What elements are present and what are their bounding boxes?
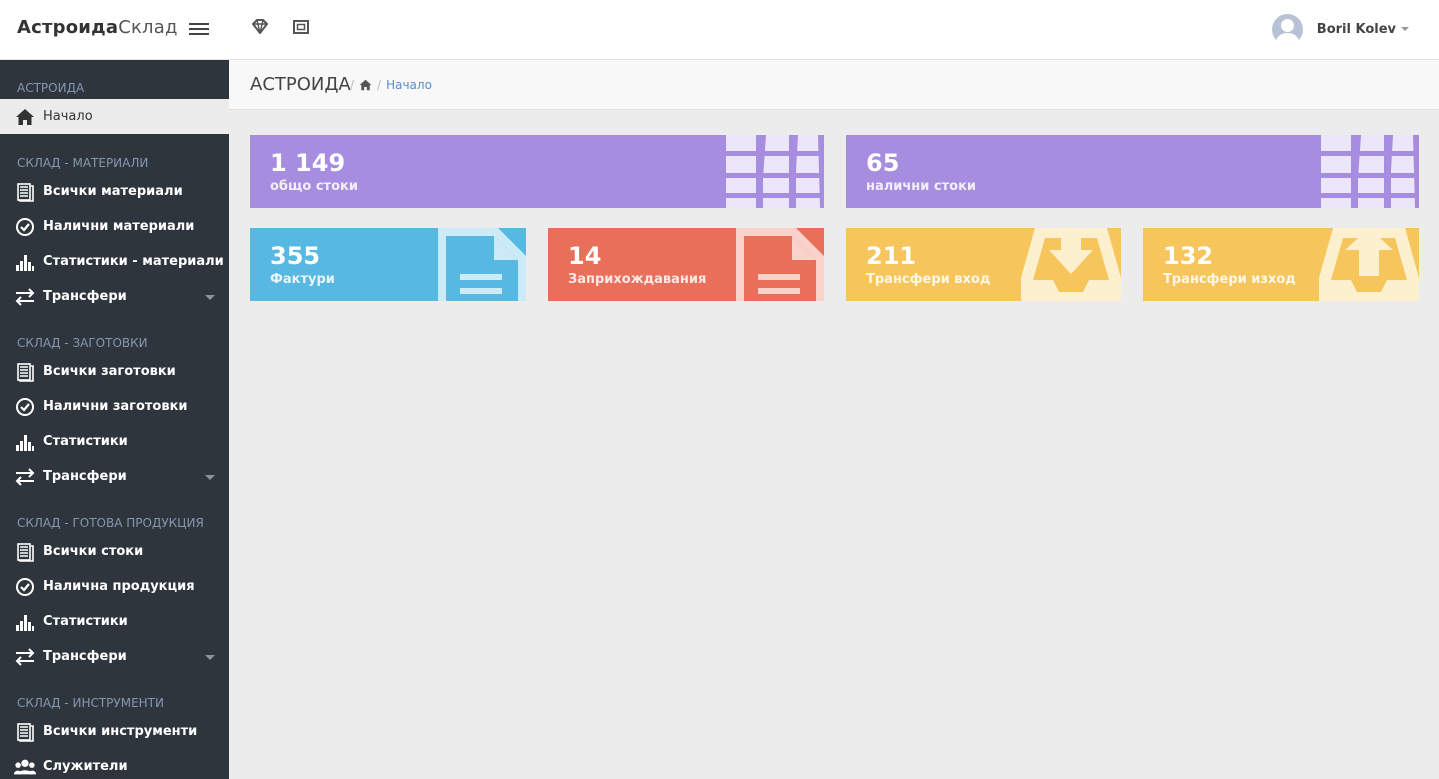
sidebar-item-all-blanks[interactable]: Всички заготовки: [0, 354, 229, 389]
sidebar-item-blanks-transfers[interactable]: Трансфери: [0, 459, 229, 494]
sidebar-item-available-materials[interactable]: Налични материали: [0, 209, 229, 244]
stat-tile-available-goods[interactable]: 65 налични стоки: [846, 135, 1419, 208]
document-icon: [438, 228, 526, 301]
tile-label: Трансфери изход: [1163, 272, 1296, 287]
sidebar-item-label: Статистики: [43, 434, 128, 449]
inbox-upload-icon: [1319, 228, 1419, 301]
stat-tile-transfers-out[interactable]: 132 Трансфери изход: [1143, 228, 1419, 301]
transfer-icon: [14, 467, 36, 487]
check-circle-icon: [14, 217, 36, 237]
home-icon[interactable]: [359, 79, 372, 91]
breadcrumb: / / Начало: [350, 78, 432, 92]
sidebar: АСТРОИДА СКЛАД - МАТЕРИАЛИ СКЛАД - ЗАГОТ…: [0, 60, 229, 779]
sidebar-item-blanks-stats[interactable]: Статистики: [0, 424, 229, 459]
sidebar-section-title: СКЛАД - ЗАГОТОВКИ: [17, 336, 148, 350]
user-menu[interactable]: Boril Kolev: [1271, 13, 1409, 45]
sidebar-item-label: Всички заготовки: [43, 364, 176, 379]
tile-label: Заприхождавания: [568, 272, 707, 287]
sidebar-item-label: Трансфери: [43, 649, 127, 664]
chevron-down-icon: [205, 295, 215, 300]
sidebar-item-materials-transfers[interactable]: Трансфери: [0, 279, 229, 314]
chevron-down-icon: [205, 655, 215, 660]
fullscreen-icon[interactable]: [290, 16, 312, 38]
transfer-icon: [14, 647, 36, 667]
chevron-down-icon: [205, 475, 215, 480]
home-icon: [14, 107, 36, 127]
check-circle-icon: [14, 577, 36, 597]
tile-value: 14: [568, 242, 602, 270]
chevron-down-icon: [1401, 27, 1409, 31]
tile-value: 211: [866, 242, 917, 270]
users-icon: [14, 757, 36, 777]
top-navbar: АстроидаСклад Boril Kolev: [0, 0, 1439, 60]
sidebar-item-all-tools[interactable]: Всички инструменти: [0, 714, 229, 749]
breadcrumb-current[interactable]: Начало: [386, 78, 432, 92]
sidebar-section-title: АСТРОИДА: [17, 81, 85, 95]
list-icon: [14, 542, 36, 562]
sidebar-item-available-products[interactable]: Налична продукция: [0, 569, 229, 604]
stat-tile-transfers-in[interactable]: 211 Трансфери вход: [846, 228, 1121, 301]
sidebar-item-label: Налична продукция: [43, 579, 195, 594]
sidebar-item-home[interactable]: Начало: [0, 99, 229, 134]
sidebar-item-label: Статистики: [43, 614, 128, 629]
tile-label: Трансфери вход: [866, 272, 991, 287]
boxes-icon: [1321, 135, 1419, 208]
sidebar-item-label: Трансфери: [43, 289, 127, 304]
sidebar-item-materials-stats[interactable]: Статистики - материали: [0, 244, 229, 279]
check-circle-icon: [14, 397, 36, 417]
document-icon: [736, 228, 824, 301]
transfer-icon: [14, 287, 36, 307]
inbox-download-icon: [1021, 228, 1121, 301]
sidebar-section-title: СКЛАД - ГОТОВА ПРОДУКЦИЯ: [17, 516, 204, 530]
tile-value: 1 149: [270, 149, 346, 177]
sidebar-item-label: Налични материали: [43, 219, 195, 234]
list-icon: [14, 362, 36, 382]
sidebar-item-label: Начало: [43, 109, 93, 124]
tile-label: налични стоки: [866, 179, 977, 194]
stat-tile-receipts[interactable]: 14 Заприхождавания: [548, 228, 824, 301]
sidebar-item-all-goods[interactable]: Всички стоки: [0, 534, 229, 569]
sidebar-item-label: Служители: [43, 759, 128, 774]
list-icon: [14, 182, 36, 202]
stat-tile-invoices[interactable]: 355 Фактури: [250, 228, 526, 301]
diamond-icon[interactable]: [249, 16, 271, 38]
sidebar-item-label: Налични заготовки: [43, 399, 188, 414]
avatar: [1271, 13, 1303, 45]
sidebar-section-title: СКЛАД - МАТЕРИАЛИ: [17, 156, 149, 170]
tile-value: 65: [866, 149, 900, 177]
page-title: АСТРОИДА: [250, 74, 351, 95]
sidebar-item-label: Всички материали: [43, 184, 183, 199]
bar-chart-icon: [14, 432, 36, 452]
sidebar-item-employees[interactable]: Служители: [0, 749, 229, 779]
tile-label: общо стоки: [270, 179, 358, 194]
sidebar-item-products-stats[interactable]: Статистики: [0, 604, 229, 639]
menu-toggle-icon[interactable]: [189, 20, 209, 38]
sidebar-item-label: Статистики - материали: [43, 254, 224, 269]
tile-value: 132: [1163, 242, 1214, 270]
sidebar-item-all-materials[interactable]: Всички материали: [0, 174, 229, 209]
sidebar-item-products-transfers[interactable]: Трансфери: [0, 639, 229, 674]
sidebar-item-label: Трансфери: [43, 469, 127, 484]
sidebar-item-available-blanks[interactable]: Налични заготовки: [0, 389, 229, 424]
bar-chart-icon: [14, 612, 36, 632]
boxes-icon: [726, 135, 824, 208]
list-icon: [14, 722, 36, 742]
page-header: АСТРОИДА / / Начало: [229, 60, 1439, 110]
brand-logo[interactable]: АстроидаСклад: [17, 17, 178, 38]
tile-label: Фактури: [270, 272, 335, 287]
sidebar-item-label: Всички стоки: [43, 544, 144, 559]
tile-value: 355: [270, 242, 321, 270]
bar-chart-icon: [14, 252, 36, 272]
sidebar-section-title: СКЛАД - ИНСТРУМЕНТИ: [17, 696, 164, 710]
stat-tile-total-goods[interactable]: 1 149 общо стоки: [250, 135, 824, 208]
sidebar-item-label: Всички инструменти: [43, 724, 198, 739]
user-name: Boril Kolev: [1316, 21, 1396, 37]
